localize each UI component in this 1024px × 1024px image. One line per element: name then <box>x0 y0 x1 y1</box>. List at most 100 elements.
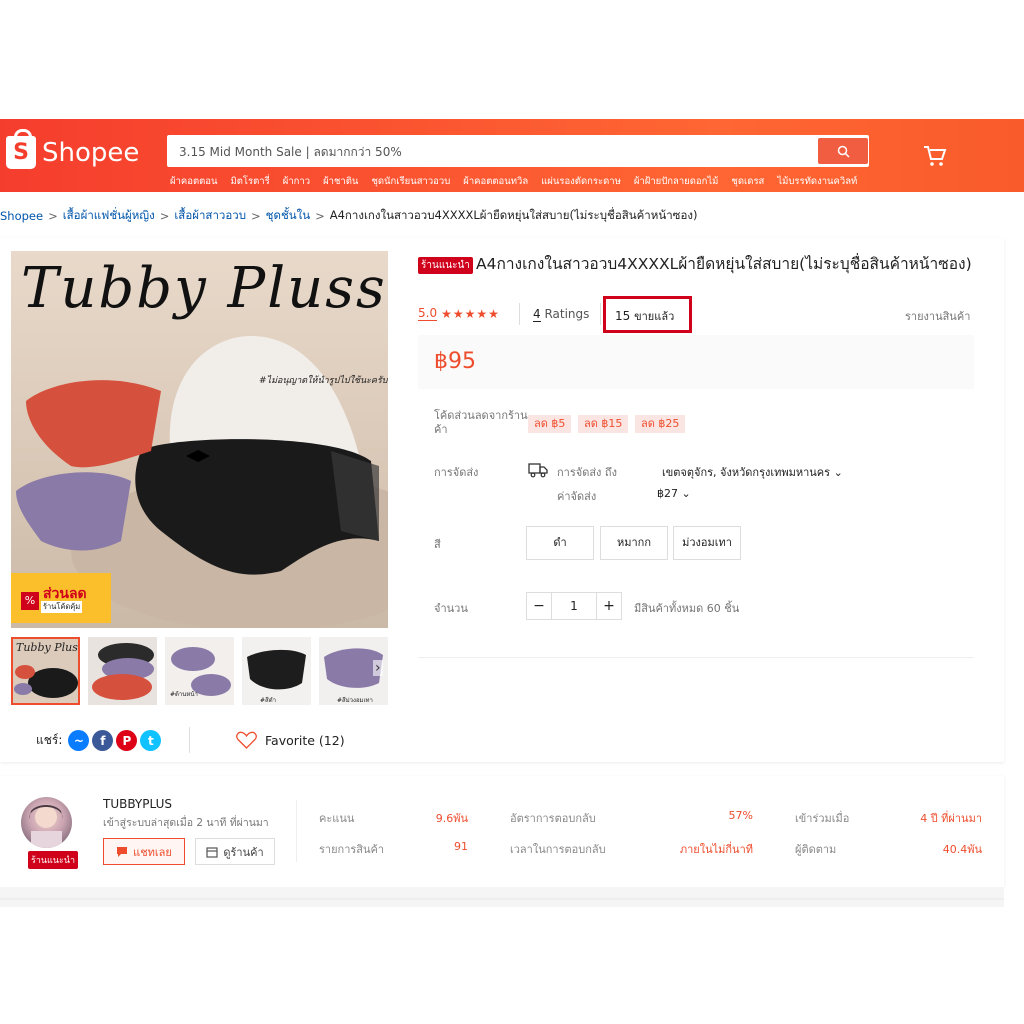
shopee-logo[interactable]: S Shopee <box>6 129 139 169</box>
shop-avatar[interactable] <box>21 797 72 848</box>
stat-value: 57% <box>728 809 753 822</box>
divider <box>296 800 297 862</box>
shop-icon <box>206 846 218 858</box>
search-hint[interactable]: ไม้บรรทัดงานควิลท์ <box>777 174 857 189</box>
rating-summary[interactable]: 5.0 ★★★★★ <box>418 306 500 321</box>
ratings-number: 4 <box>533 307 541 322</box>
thumb-label: #สีดำ <box>260 697 276 704</box>
truck-icon <box>528 463 548 478</box>
price: ฿95 <box>434 349 476 374</box>
thumb-photo <box>92 643 154 700</box>
pinterest-icon[interactable]: P <box>116 730 138 751</box>
star-rating-icon: ★★★★★ <box>441 306 500 321</box>
ratings-count[interactable]: 4 Ratings <box>533 307 590 322</box>
messenger-icon[interactable]: ~ <box>68 730 90 751</box>
chevron-right-icon: > <box>251 209 261 223</box>
breadcrumb-current: A4กางเกงในสาวอวบ4XXXXLผ้ายืดหยุ่นใส่สบาย… <box>329 208 698 222</box>
ratings-label: Ratings <box>544 307 590 321</box>
divider <box>0 898 1004 900</box>
search-hint[interactable]: แผ่นรองตัดกระดาษ <box>541 174 621 189</box>
ship-cost-dropdown[interactable]: ฿27 ⌄ <box>657 487 691 500</box>
voucher-label: โค้ดส่วนลดจากร้านค้า <box>434 409 528 436</box>
search-hint[interactable]: ผ้าคอตตอน <box>170 174 218 189</box>
thumb-label: #สีม่วงอมเทา <box>337 697 373 704</box>
breadcrumb: Shopee > เสื้อผ้าแฟชั่นผู้หญิง > เสื้อผ้าส… <box>0 207 697 225</box>
search-hint[interactable]: ผ้าฝ้ายปักลายดอกไม้ <box>634 174 719 189</box>
color-option[interactable]: ม่วงอมเทา <box>673 526 741 560</box>
promo-subtitle: ร้านโค้ดคุ้ม <box>41 601 83 613</box>
search-hint[interactable]: ผ้าคอตตอนทวิล <box>463 174 528 189</box>
promo-percent-icon: % <box>21 592 39 610</box>
decrease-button[interactable]: − <box>526 592 552 620</box>
sold-number: 15 <box>615 309 631 323</box>
shop-section <box>0 776 1004 887</box>
quantity-label: จำนวน <box>434 602 468 615</box>
thumb-brand: Tubby Pluss <box>16 641 80 654</box>
stat-label: อัตราการตอบกลับ <box>510 812 596 825</box>
page-gap <box>0 887 1004 907</box>
chat-now-button[interactable]: แชทเลย <box>103 838 185 865</box>
thumb-photo <box>247 649 306 690</box>
favorite-button[interactable]: Favorite (12) <box>236 731 345 749</box>
thumbnail-image[interactable]: #ด้านหน้า <box>165 637 234 705</box>
divider <box>600 303 601 325</box>
search-hint[interactable]: ชุดเดรส <box>731 174 764 189</box>
chevron-down-icon: ⌄ <box>833 466 843 479</box>
color-option[interactable]: หมากก <box>600 526 668 560</box>
report-link[interactable]: รายงานสินค้า <box>905 307 970 325</box>
image-brand-text: Tubby Pluss <box>21 256 387 321</box>
search-hint[interactable]: ผ้าชาติน <box>323 174 358 189</box>
chevron-right-icon: > <box>48 209 58 223</box>
stat-value: 4 ปี ที่ผ่านมา <box>920 812 982 825</box>
search-hint[interactable]: ชุดนักเรียนสาวอวบ <box>371 174 450 189</box>
thumbnail-image[interactable] <box>88 637 157 705</box>
stat-label: เข้าร่วมเมื่อ <box>795 812 850 825</box>
preferred-shop-tag: ร้านแนะนำ <box>418 257 473 274</box>
favorite-count: Favorite (12) <box>265 732 345 748</box>
ship-cost-label: ค่าจัดส่ง <box>557 490 597 503</box>
color-label: สี <box>434 538 441 551</box>
product-main-image[interactable]: Tubby Pluss #ไม่อนุญาตให้นำรูปไปใช้นะครั… <box>11 251 388 628</box>
breadcrumb-link[interactable]: เสื้อผ้าแฟชั่นผู้หญิง <box>63 207 155 225</box>
divider <box>418 657 974 658</box>
divider <box>189 727 190 753</box>
cart-button[interactable] <box>923 145 947 171</box>
view-shop-label: ดูร้านค้า <box>223 845 264 859</box>
ship-to-dropdown[interactable]: เขตจตุจักร, จังหวัดกรุงเทพมหานคร ⌄ <box>662 463 843 481</box>
breadcrumb-link[interactable]: ชุดชั้นใน <box>266 207 310 225</box>
stat-label: รายการสินค้า <box>319 843 385 856</box>
sold-label: ขายแล้ว <box>634 310 675 323</box>
search-button[interactable] <box>818 138 868 164</box>
twitter-icon[interactable]: t <box>140 730 162 751</box>
stat-value: ภายในไม่กี่นาที <box>679 843 753 856</box>
shop-name[interactable]: TUBBYPLUS <box>103 797 172 811</box>
chevron-down-icon: ⌄ <box>681 487 691 500</box>
stat-value: 91 <box>454 840 468 853</box>
price-box <box>418 335 974 389</box>
heart-icon <box>236 731 257 749</box>
color-option[interactable]: ดำ <box>526 526 594 560</box>
stat-label: เวลาในการตอบกลับ <box>510 843 606 856</box>
thumb-photo <box>14 665 78 698</box>
breadcrumb-link[interactable]: Shopee <box>0 209 43 223</box>
facebook-icon[interactable]: f <box>92 730 114 751</box>
view-shop-button[interactable]: ดูร้านค้า <box>195 838 275 865</box>
search-hint[interactable]: ผ้ากาว <box>283 174 310 189</box>
shop-last-active: เข้าสู่ระบบล่าสุดเมื่อ 2 นาที ที่ผ่านมา <box>103 817 269 829</box>
increase-button[interactable]: + <box>596 592 622 620</box>
voucher-chip[interactable]: ลด ฿25 <box>635 415 686 433</box>
quantity-input[interactable]: 1 <box>552 592 596 620</box>
stat-label: คะแนน <box>319 812 355 825</box>
chevron-right-icon[interactable]: › <box>373 660 383 676</box>
thumbnail-image[interactable]: Tubby Pluss <box>11 637 80 705</box>
search-placeholder: 3.15 Mid Month Sale | ลดมากกว่า 50% <box>179 145 402 159</box>
thumbnail-image[interactable]: #สีดำ <box>242 637 311 705</box>
quantity-stepper: − 1 + <box>526 592 622 620</box>
voucher-chip[interactable]: ลด ฿5 <box>528 415 572 433</box>
breadcrumb-link[interactable]: เสื้อผ้าสาวอวบ <box>174 207 246 225</box>
share-bar: แชร์: ~ f P t <box>36 730 162 751</box>
chevron-right-icon: > <box>159 209 170 223</box>
voucher-chip[interactable]: ลด ฿15 <box>578 415 629 433</box>
share-label: แชร์: <box>36 733 63 747</box>
search-hint[interactable]: มิตโรตารี่ <box>231 174 270 189</box>
